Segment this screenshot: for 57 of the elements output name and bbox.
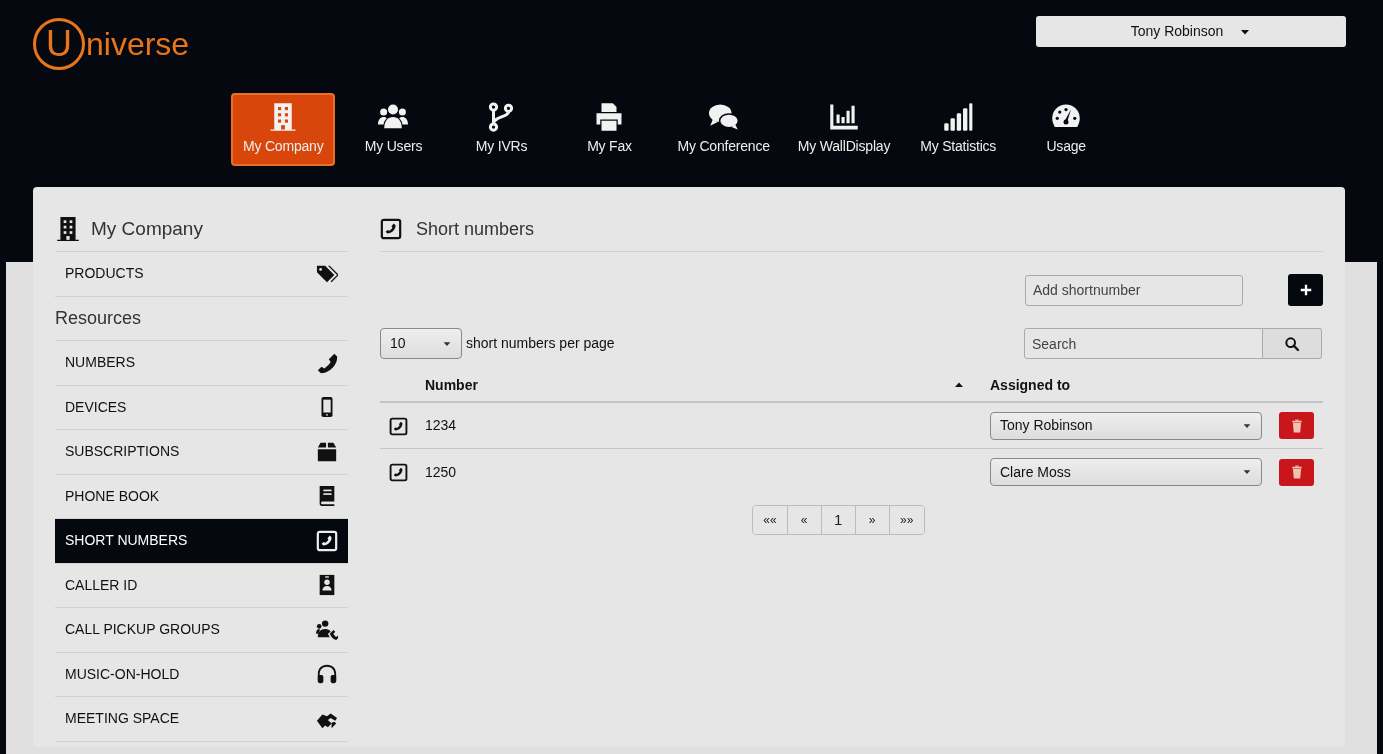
section-heading: Resources	[55, 296, 348, 341]
headphones-icon	[316, 663, 338, 686]
trash-icon	[1289, 465, 1304, 479]
building-icon	[268, 102, 299, 132]
phone-icon	[316, 351, 338, 374]
page-size-select[interactable]: 10	[380, 328, 462, 359]
nav-tab[interactable]: My Statistics	[908, 93, 1009, 166]
chat-bubbles-icon	[708, 102, 739, 132]
plus-icon	[1298, 283, 1313, 297]
sidebar-item[interactable]: PRODUCTS	[55, 252, 348, 297]
group-call-icon	[316, 618, 338, 641]
nav-tab[interactable]: My Fax	[559, 93, 660, 166]
search-field[interactable]: Search	[1024, 328, 1263, 359]
phone-square-icon	[316, 529, 338, 552]
nav-tab[interactable]: Usage	[1016, 93, 1117, 166]
sidebar-item[interactable]: SHORT NUMBERS	[55, 519, 348, 564]
page-button[interactable]: ««	[753, 506, 788, 534]
add-shortnumber-field[interactable]: Add shortnumber	[1025, 274, 1243, 306]
building-icon	[55, 216, 81, 242]
sidebar-item[interactable]: DEVICES	[55, 385, 348, 430]
phone-square-icon	[389, 463, 408, 483]
box-icon	[316, 440, 338, 463]
sidebar-item[interactable]: MEETING SPACE	[55, 697, 348, 742]
signal-bars-icon	[943, 102, 974, 132]
logo-text: niverse	[86, 25, 190, 64]
column-header[interactable]: Number	[425, 374, 478, 396]
delete-button[interactable]	[1279, 412, 1314, 439]
table-cell-text: 1234	[425, 416, 458, 435]
nav-tab[interactable]: My Conference	[667, 93, 780, 166]
assignee-select[interactable]: Tony Robinson	[990, 411, 1262, 440]
sidebar-item[interactable]: SUBSCRIPTIONS	[55, 430, 348, 475]
nav-tab[interactable]: My Company	[231, 93, 336, 166]
table-cell-text: 1250	[425, 462, 458, 482]
page-title: Short numbers	[416, 217, 535, 241]
sidebar-title: My Company	[91, 216, 203, 241]
printer-icon	[594, 102, 625, 132]
column-header[interactable]: Assigned to	[990, 374, 1071, 396]
assignee-select[interactable]: Clare Moss	[990, 458, 1262, 486]
logo-mark: U	[33, 18, 85, 70]
sidebar-item[interactable]: NUMBERS	[55, 341, 348, 386]
user-menu[interactable]: Tony Robinson	[1036, 16, 1346, 47]
search-icon	[1284, 335, 1300, 352]
sidebar-item[interactable]: CALL PICKUP GROUPS	[55, 608, 348, 653]
sidebar-item[interactable]: CALLER ID	[55, 563, 348, 608]
nav-tab[interactable]: My Users	[343, 93, 444, 166]
trash-icon	[1289, 418, 1304, 433]
page-size-label: short numbers per page	[466, 334, 615, 353]
phone-square-icon	[380, 218, 402, 240]
caret-icon	[1242, 467, 1252, 477]
delete-button[interactable]	[1279, 458, 1314, 486]
nav-tab[interactable]: My IVRs	[451, 93, 552, 166]
add-button[interactable]	[1288, 274, 1323, 306]
nav-tab[interactable]: My WallDisplay	[787, 93, 901, 166]
sidebar-item[interactable]: MUSIC-ON-HOLD	[55, 652, 348, 697]
search-button[interactable]	[1263, 328, 1322, 359]
bar-chart-icon	[829, 102, 859, 132]
phone-square-icon	[389, 416, 408, 436]
